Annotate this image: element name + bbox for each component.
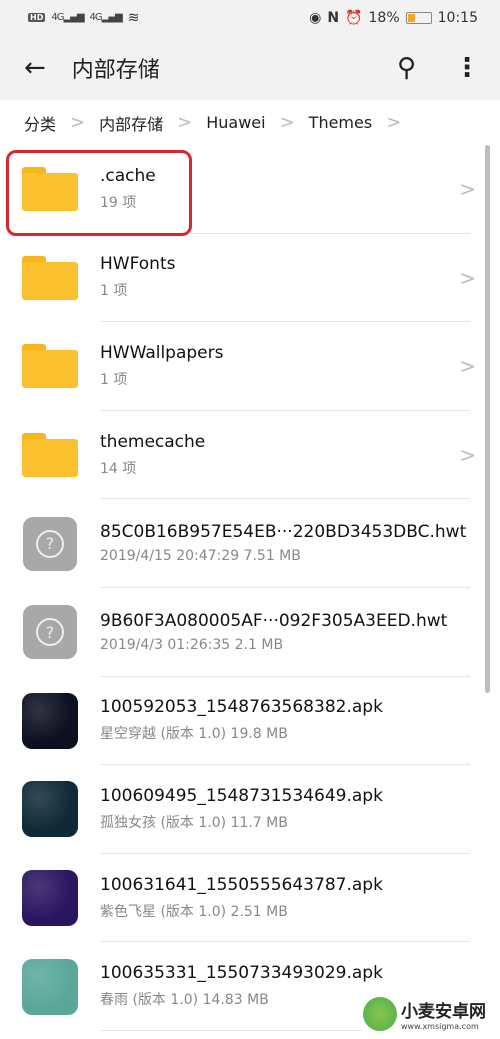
item-name: 100635331_1550733493029.apk	[100, 963, 383, 984]
more-menu-icon[interactable]: ⋮	[454, 53, 480, 83]
nfc-icon: N	[327, 9, 340, 26]
apk-thumbnail-icon	[22, 692, 78, 749]
page-title: 内部存储	[71, 57, 160, 83]
item-name: themecache	[100, 431, 206, 452]
item-text: HWFonts 1 项	[100, 234, 470, 323]
unknown-file-icon: ?	[23, 605, 77, 660]
item-name: 100609495_1548731534649.apk	[100, 785, 383, 806]
item-details: 星空穿越 (版本 1.0) 19.8 MB	[100, 726, 288, 743]
watermark-url: www.xmsigma.com	[401, 1022, 479, 1031]
list-item[interactable]: 100631641_1550555643787.apk 紫色飞星 (版本 1.0)…	[0, 854, 500, 943]
watermark-logo: 小麦安卓网 www.xmsigma.com	[361, 995, 488, 1033]
chevron-right-icon: >	[70, 112, 86, 133]
item-details: 2019/4/15 20:47:29 7.51 MB	[100, 548, 301, 565]
chevron-right-icon: >	[459, 354, 476, 379]
item-details: 14 项	[100, 460, 137, 477]
folder-icon	[22, 427, 78, 483]
apk-thumbnail-icon	[22, 870, 78, 927]
unknown-file-icon: ?	[23, 516, 77, 571]
item-text: 100609495_1548731534649.apk 孤独女孩 (版本 1.0)…	[100, 765, 470, 854]
item-details: 孤独女孩 (版本 1.0) 11.7 MB	[100, 814, 288, 831]
search-icon[interactable]: ⚲	[397, 53, 416, 83]
highlight-box	[6, 150, 192, 236]
file-list: .cache 19 项 > HWFonts 1 项 > HWWallpapers 1 项 > th…	[0, 145, 500, 1031]
list-item[interactable]: 100609495_1548731534649.apk 孤独女孩 (版本 1.0)…	[0, 765, 500, 854]
item-text: 100592053_1548763568382.apk 星空穿越 (版本 1.0)…	[100, 677, 470, 766]
signal-icon: 4G▂▄▆	[51, 12, 84, 23]
item-details: 1 项	[100, 371, 128, 388]
list-item[interactable]: ? 85C0B16B957E54EB···220BD3453DBC.hwt 2019…	[0, 499, 500, 588]
signal-icon: 4G▂▄▆	[89, 12, 123, 23]
item-name: HWWallpapers	[100, 342, 224, 363]
item-text: 100631641_1550555643787.apk 紫色飞星 (版本 1.0)…	[100, 854, 470, 943]
battery-percent: 18%	[368, 9, 400, 26]
alarm-icon: ⏰	[345, 9, 363, 26]
breadcrumb-item[interactable]: 内部存储	[99, 111, 163, 135]
chevron-right-icon: >	[459, 177, 476, 202]
chevron-right-icon: >	[177, 112, 193, 133]
hd-icon: HD	[28, 13, 46, 22]
watermark-name: 小麦安卓网	[401, 1002, 486, 1022]
chevron-right-icon: >	[459, 265, 476, 290]
scrollbar[interactable]	[485, 145, 490, 693]
item-details: 紫色飞星 (版本 1.0) 2.51 MB	[100, 903, 288, 920]
item-text: 85C0B16B957E54EB···220BD3453DBC.hwt 2019/…	[100, 499, 470, 588]
eye-icon: ◉	[309, 9, 322, 26]
item-name: 9B60F3A080005AF···092F305A3EED.hwt	[100, 610, 448, 631]
breadcrumb-item[interactable]: Themes	[309, 113, 373, 132]
item-name: 85C0B16B957E54EB···220BD3453DBC.hwt	[100, 522, 467, 543]
list-item[interactable]: themecache 14 项 >	[0, 411, 500, 500]
item-text: HWWallpapers 1 项	[100, 322, 470, 411]
folder-icon	[22, 250, 78, 306]
item-name: 100592053_1548763568382.apk	[100, 697, 383, 718]
breadcrumb-item[interactable]: 分类	[24, 111, 56, 135]
chevron-right-icon: >	[279, 112, 295, 133]
apk-thumbnail-icon	[22, 781, 78, 838]
breadcrumb-item[interactable]: Huawei	[206, 113, 265, 132]
apk-thumbnail-icon	[22, 958, 78, 1015]
chevron-right-icon: >	[459, 443, 476, 468]
list-item[interactable]: 100592053_1548763568382.apk 星空穿越 (版本 1.0)…	[0, 677, 500, 766]
list-item[interactable]: HWWallpapers 1 项 >	[0, 322, 500, 411]
wifi-icon: ≋	[127, 9, 140, 26]
battery-icon	[405, 11, 432, 24]
status-bar: HD 4G▂▄▆ 4G▂▄▆ ≋ ◉ N ⏰ 18% 10:15	[0, 0, 500, 35]
item-text: themecache 14 项	[100, 411, 470, 500]
item-details: 1 项	[100, 283, 128, 300]
toolbar: ← 内部存储 ⚲ ⋮	[0, 35, 500, 100]
item-details: 2019/4/3 01:26:35 2.1 MB	[100, 636, 284, 653]
item-name: HWFonts	[100, 254, 176, 275]
item-text: 9B60F3A080005AF···092F305A3EED.hwt 2019/4…	[100, 588, 470, 677]
leaf-logo-icon	[363, 997, 397, 1031]
back-arrow-icon[interactable]: ←	[24, 53, 46, 83]
list-item[interactable]: ? 9B60F3A080005AF···092F305A3EED.hwt 2019/…	[0, 588, 500, 677]
item-name: 100631641_1550555643787.apk	[100, 874, 383, 895]
list-item[interactable]: HWFonts 1 项 >	[0, 234, 500, 323]
clock: 10:15	[437, 9, 478, 26]
folder-icon	[22, 338, 78, 394]
breadcrumb: 分类 > 内部存储 > Huawei > Themes >	[0, 100, 500, 145]
chevron-right-icon: >	[386, 112, 402, 133]
